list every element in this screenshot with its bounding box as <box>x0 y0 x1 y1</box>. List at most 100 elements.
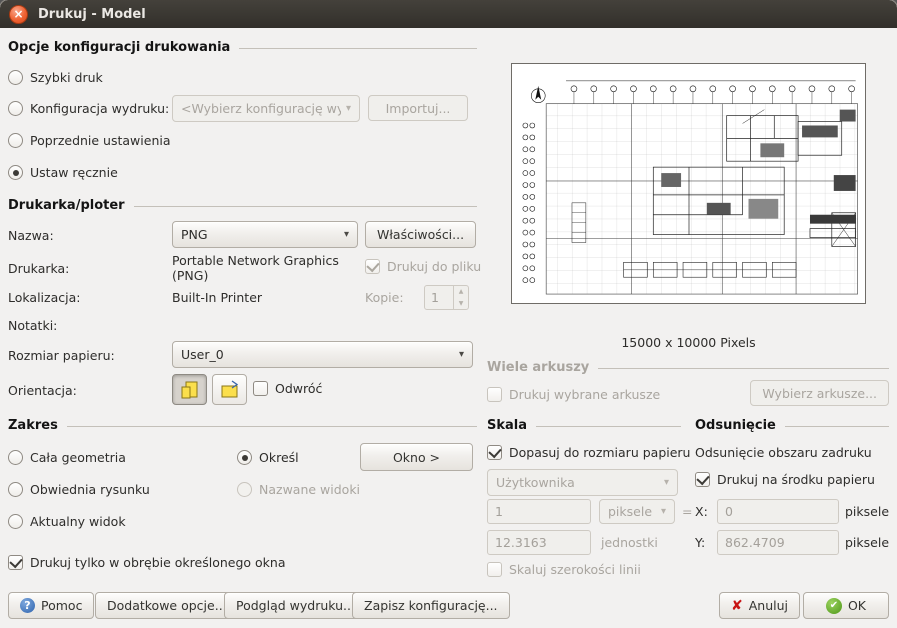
section-title: Skala <box>487 418 527 433</box>
scale-unit-combobox: piksele ▾ <box>599 499 675 524</box>
section-title: Drukarka/ploter <box>8 198 125 213</box>
center-on-paper-checkbox[interactable]: Drukuj na środku papieru <box>695 472 875 487</box>
divider <box>239 48 477 49</box>
radio-label: Określ <box>259 450 299 465</box>
window-titlebar: × Drukuj - Model <box>0 0 897 28</box>
invert-checkbox[interactable]: Odwróć <box>253 381 322 396</box>
radio-current-view[interactable]: Aktualny widok <box>8 514 126 529</box>
scale-lineweights-checkbox: Skaluj szerokości linii <box>487 562 641 577</box>
x-label: X: <box>695 504 708 519</box>
section-title: Odsunięcie <box>695 418 776 433</box>
radio-specify[interactable]: Określ <box>237 450 299 465</box>
radio-icon[interactable] <box>8 514 23 529</box>
chevron-down-icon: ▾ <box>344 229 349 240</box>
additional-options-button[interactable]: Dodatkowe opcje... <box>95 592 239 619</box>
radio-icon[interactable] <box>8 133 23 148</box>
print-preview <box>511 63 866 304</box>
chevron-down-icon: ▾ <box>661 506 666 517</box>
cad-drawing <box>512 64 865 303</box>
window-title: Drukuj - Model <box>38 7 146 22</box>
print-config-combobox: <Wybierz konfigurację wyc ▾ <box>172 95 360 122</box>
select-sheets-button: Wybierz arkusze... <box>750 380 889 406</box>
ok-icon: ✔ <box>826 598 842 614</box>
only-window-checkbox[interactable]: Drukuj tylko w obrębie określonego okna <box>8 555 286 570</box>
y-unit-label: piksele <box>845 535 889 550</box>
orientation-portrait-button[interactable] <box>172 374 207 405</box>
fit-to-paper-checkbox[interactable]: Dopasuj do rozmiaru papieru <box>487 445 690 460</box>
divider <box>134 206 477 207</box>
checkbox-icon <box>487 562 502 577</box>
radio-drawing-boundary[interactable]: Obwiednia rysunku <box>8 482 150 497</box>
ok-button[interactable]: ✔ OK <box>803 592 889 619</box>
input-value: 0 <box>725 504 733 519</box>
properties-button[interactable]: Właściwości... <box>365 221 476 248</box>
radio-quick-print[interactable]: Szybki druk <box>8 70 103 85</box>
scale-type-combobox: Użytkownika ▾ <box>487 469 678 496</box>
radio-manual-setup[interactable]: Ustaw ręcznie <box>8 165 118 180</box>
combobox-value: piksele <box>608 504 656 519</box>
copies-label: Kopie: <box>365 290 404 305</box>
radio-icon[interactable] <box>8 450 23 465</box>
cancel-button[interactable]: ✘ Anuluj <box>719 592 800 619</box>
location-value: Built-In Printer <box>172 290 262 305</box>
scale-factor-input: 1 <box>487 499 591 524</box>
radio-label: Poprzednie ustawienia <box>30 133 171 148</box>
cancel-icon: ✘ <box>731 599 743 613</box>
checkbox-label: Drukuj na środku papieru <box>717 472 875 487</box>
equals-sign: = <box>682 504 692 519</box>
radio-icon[interactable] <box>8 482 23 497</box>
radio-label: Szybki druk <box>30 70 103 85</box>
section-heading-printer: Drukarka/ploter <box>8 198 477 213</box>
combobox-value: User_0 <box>181 347 454 362</box>
radio-all-geometry[interactable]: Cała geometria <box>8 450 126 465</box>
radio-label: Cała geometria <box>30 450 126 465</box>
input-value: 862.4709 <box>725 535 785 550</box>
radio-label: Obwiednia rysunku <box>30 482 150 497</box>
button-label: Podgląd wydruku... <box>236 598 355 613</box>
button-label: Anuluj <box>749 598 788 613</box>
paper-size-combobox[interactable]: User_0 ▾ <box>172 341 473 368</box>
radio-previous-settings[interactable]: Poprzednie ustawienia <box>8 133 171 148</box>
checkbox-icon[interactable] <box>695 472 710 487</box>
checkbox-icon <box>487 387 502 402</box>
checkbox-icon[interactable] <box>253 381 268 396</box>
divider <box>67 426 477 427</box>
button-label: Pomoc <box>41 598 82 613</box>
location-label: Lokalizacja: <box>8 290 80 305</box>
radio-icon[interactable] <box>8 70 23 85</box>
printer-name-combobox[interactable]: PNG ▾ <box>172 221 358 248</box>
button-label: Właściwości... <box>377 227 464 242</box>
spinner-arrows: ▲ ▼ <box>453 286 468 309</box>
radio-icon[interactable] <box>237 450 252 465</box>
checkbox-label: Drukuj tylko w obrębie określonego okna <box>30 555 286 570</box>
section-title: Zakres <box>8 418 58 433</box>
chevron-down-icon: ▾ <box>459 349 464 360</box>
checkbox-label: Dopasuj do rozmiaru papieru <box>509 445 690 460</box>
close-button[interactable]: × <box>9 5 28 24</box>
radio-icon[interactable] <box>8 101 23 116</box>
button-label: Importuj... <box>386 101 451 116</box>
checkbox-icon[interactable] <box>8 555 23 570</box>
orientation-label: Orientacja: <box>8 383 77 398</box>
button-label: Wybierz arkusze... <box>762 386 877 401</box>
input-value: 1 <box>495 504 503 519</box>
radio-icon <box>237 482 252 497</box>
print-preview-button[interactable]: Podgląd wydruku... <box>224 592 367 619</box>
checkbox-icon[interactable] <box>487 445 502 460</box>
units-value-input: 12.3163 <box>487 530 591 555</box>
radio-icon[interactable] <box>8 165 23 180</box>
spin-down-icon: ▼ <box>454 298 468 310</box>
save-config-button[interactable]: Zapisz konfigurację... <box>352 592 510 619</box>
window-button[interactable]: Okno > <box>360 443 473 471</box>
paper-size-label: Rozmiar papieru: <box>8 348 115 363</box>
help-button[interactable]: ? Pomoc <box>8 592 94 619</box>
combobox-value: Użytkownika <box>496 475 659 490</box>
section-heading-range: Zakres <box>8 418 477 433</box>
offset-area-label: Odsunięcie obszaru zadruku <box>695 445 872 460</box>
page-portrait-icon <box>179 379 201 401</box>
combobox-value: <Wybierz konfigurację wyc <box>181 101 341 116</box>
name-label: Nazwa: <box>8 228 54 243</box>
orientation-landscape-button[interactable] <box>212 374 247 405</box>
radio-label: Konfiguracja wydruku: <box>30 101 169 116</box>
radio-print-config[interactable]: Konfiguracja wydruku: <box>8 101 169 116</box>
